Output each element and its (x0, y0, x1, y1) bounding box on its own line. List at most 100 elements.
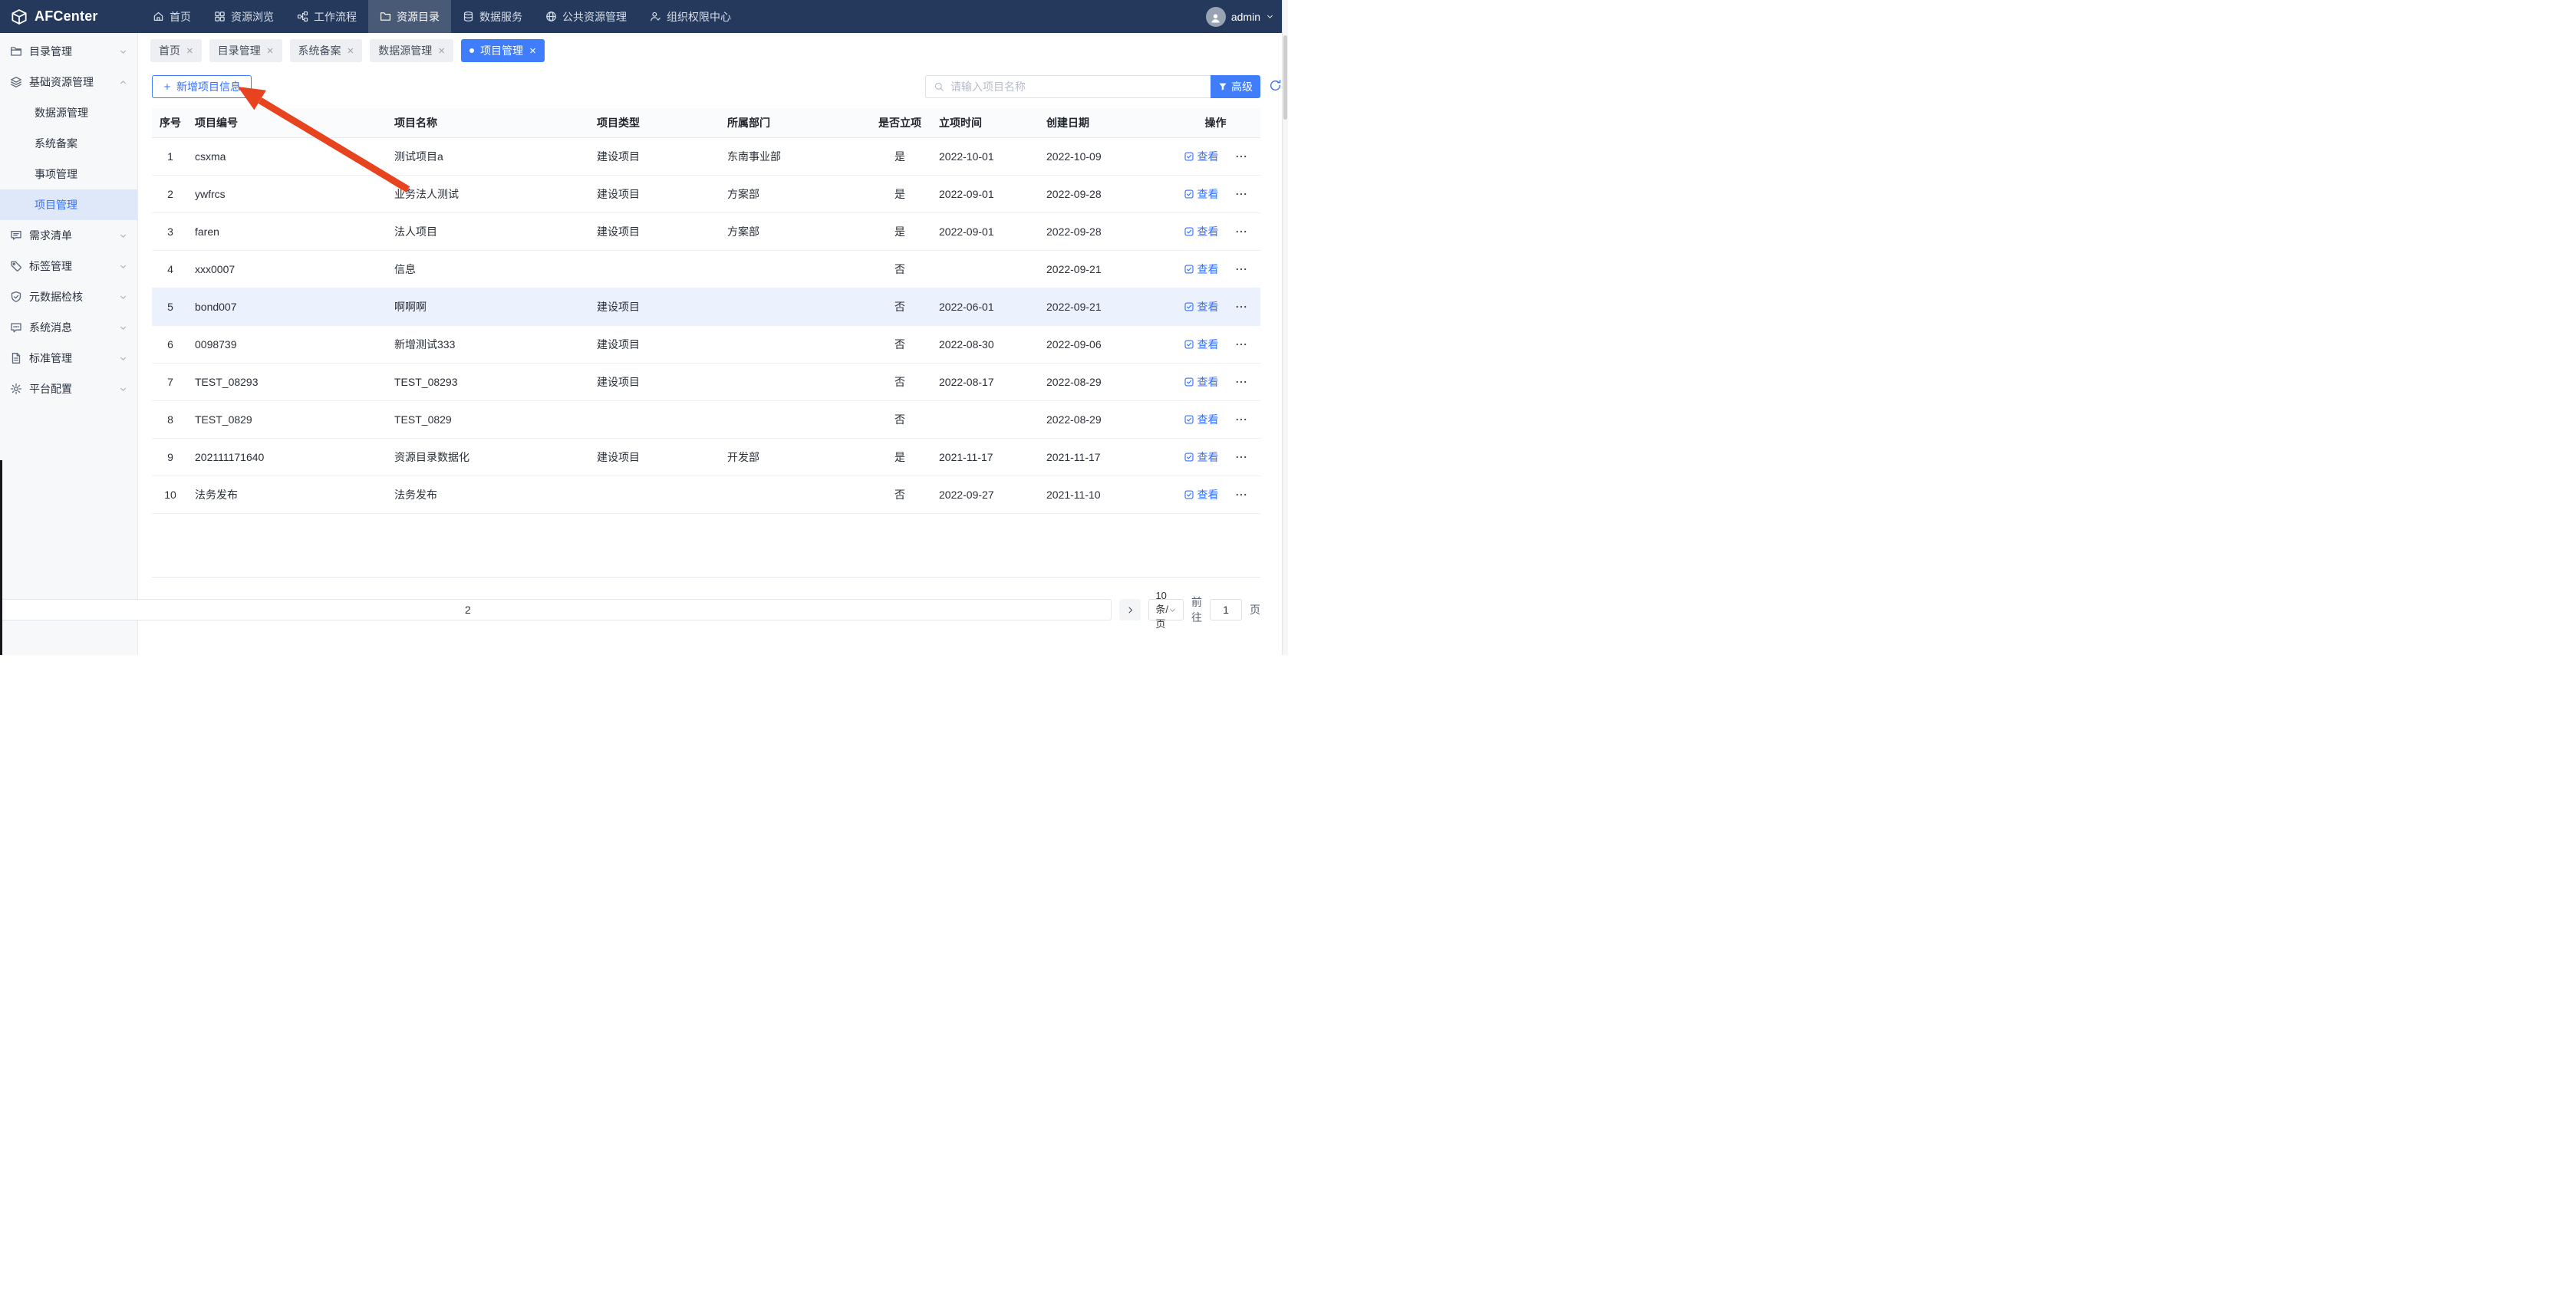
view-badge-icon (1184, 414, 1194, 425)
cell-name: 资源目录数据化 (388, 438, 591, 476)
nav-item-5[interactable]: 公共资源管理 (534, 0, 638, 33)
sidebar-subitem-1-2[interactable]: 事项管理 (0, 159, 137, 189)
cell-department: 东南事业部 (721, 137, 867, 175)
nav-item-label: 工作流程 (314, 9, 357, 25)
more-actions-icon[interactable] (1235, 413, 1247, 426)
table-row[interactable]: 6 0098739 新增测试333 建设项目 否 2022-08-30 2022… (152, 325, 1260, 363)
table-row[interactable]: 5 bond007 啊啊啊 建设项目 否 2022-06-01 2022-09-… (152, 288, 1260, 325)
sidebar-item-2[interactable]: 需求清单 (0, 220, 137, 251)
cell-type: 建设项目 (591, 137, 721, 175)
sidebar-item-6[interactable]: 标准管理 (0, 343, 137, 374)
cell-index: 9 (152, 438, 189, 476)
view-label: 查看 (1197, 224, 1219, 239)
nav-item-0[interactable]: 首页 (141, 0, 203, 33)
more-actions-icon[interactable] (1235, 489, 1247, 501)
view-badge-icon (1184, 189, 1194, 199)
cell-department (721, 363, 867, 400)
view-link[interactable]: 查看 (1184, 262, 1219, 277)
cell-create-date: 2022-09-21 (1040, 250, 1171, 288)
view-link[interactable]: 查看 (1184, 149, 1219, 164)
more-actions-icon[interactable] (1235, 451, 1247, 463)
tab-4[interactable]: 项目管理× (461, 39, 545, 62)
cell-department (721, 288, 867, 325)
cell-operations: 查看 (1171, 250, 1260, 288)
view-link[interactable]: 查看 (1184, 449, 1219, 465)
cell-approved: 否 (867, 363, 933, 400)
table-row[interactable]: 8 TEST_0829 TEST_0829 否 2022-08-29 查看 (152, 400, 1260, 438)
cell-department (721, 476, 867, 513)
view-label: 查看 (1197, 449, 1219, 465)
sidebar-item-1[interactable]: 基础资源管理 (0, 67, 137, 97)
advanced-filter-button[interactable]: 高级 (1211, 75, 1260, 98)
next-page-button[interactable] (1119, 599, 1141, 620)
more-actions-icon[interactable] (1235, 150, 1247, 163)
page-button-2[interactable]: 2 (0, 599, 1112, 620)
more-actions-icon[interactable] (1235, 301, 1247, 313)
nav-item-4[interactable]: 数据服务 (451, 0, 534, 33)
more-actions-icon[interactable] (1235, 376, 1247, 388)
tab-close-icon[interactable]: × (348, 45, 354, 57)
goto-page-input[interactable] (1210, 599, 1242, 620)
more-actions-icon[interactable] (1235, 338, 1247, 351)
view-badge-icon (1184, 301, 1194, 312)
nav-item-label: 数据服务 (479, 9, 522, 25)
tab-close-icon[interactable]: × (529, 45, 536, 57)
more-actions-icon[interactable] (1235, 263, 1247, 275)
view-link[interactable]: 查看 (1184, 487, 1219, 502)
view-link[interactable]: 查看 (1184, 224, 1219, 239)
avatar (1206, 7, 1226, 27)
table-row[interactable]: 7 TEST_08293 TEST_08293 建设项目 否 2022-08-1… (152, 363, 1260, 400)
scrollbar-thumb[interactable] (1283, 35, 1287, 120)
tab-1[interactable]: 目录管理× (209, 39, 282, 62)
tab-close-icon[interactable]: × (438, 45, 445, 57)
sidebar-item-3[interactable]: 标签管理 (0, 251, 137, 281)
sidebar-item-7[interactable]: 平台配置 (0, 374, 137, 404)
window-scrollbar[interactable] (1282, 0, 1288, 655)
nav-item-1[interactable]: 资源浏览 (203, 0, 285, 33)
table-row[interactable]: 2 ywfrcs 业务法人测试 建设项目 方案部 是 2022-09-01 20… (152, 175, 1260, 212)
content-area: 新增项目信息 高级 (138, 67, 1288, 655)
view-badge-icon (1184, 339, 1194, 350)
sidebar-item-0[interactable]: 目录管理 (0, 36, 137, 67)
col-name: 项目名称 (388, 108, 591, 137)
table-row[interactable]: 9 202111171640 资源目录数据化 建设项目 开发部 是 2021-1… (152, 438, 1260, 476)
sidebar-subitem-1-3[interactable]: 项目管理 (0, 189, 137, 220)
view-link[interactable]: 查看 (1184, 186, 1219, 202)
cell-type (591, 400, 721, 438)
cell-create-date: 2022-08-29 (1040, 363, 1171, 400)
view-link[interactable]: 查看 (1184, 412, 1219, 427)
page-size-select[interactable]: 10条/页 (1148, 599, 1184, 620)
main-layout: 目录管理基础资源管理数据源管理系统备案事项管理项目管理需求清单标签管理元数据检核… (0, 33, 1288, 655)
view-link[interactable]: 查看 (1184, 337, 1219, 352)
search-input[interactable] (950, 81, 1203, 93)
table-row[interactable]: 4 xxx0007 信息 否 2022-09-21 查看 (152, 250, 1260, 288)
table-row[interactable]: 1 csxma 测试项目a 建设项目 东南事业部 是 2022-10-01 20… (152, 137, 1260, 175)
table-row[interactable]: 3 faren 法人项目 建设项目 方案部 是 2022-09-01 2022-… (152, 212, 1260, 250)
sidebar-item-5[interactable]: 系统消息 (0, 312, 137, 343)
add-project-button[interactable]: 新增项目信息 (152, 75, 252, 98)
nav-item-2[interactable]: 工作流程 (285, 0, 368, 33)
sidebar-subitem-1-0[interactable]: 数据源管理 (0, 97, 137, 128)
more-actions-icon[interactable] (1235, 225, 1247, 238)
sidebar-item-4[interactable]: 元数据检核 (0, 281, 137, 312)
user-name: admin (1231, 11, 1260, 23)
app-window: AFCenter 首页资源浏览工作流程资源目录数据服务公共资源管理组织权限中心 … (0, 0, 1288, 655)
view-badge-icon (1184, 452, 1194, 462)
refresh-button[interactable] (1269, 79, 1282, 92)
view-link[interactable]: 查看 (1184, 374, 1219, 390)
cell-operations: 查看 (1171, 288, 1260, 325)
nav-item-label: 组织权限中心 (667, 9, 731, 25)
table-row[interactable]: 10 法务发布 法务发布 否 2022-09-27 2021-11-10 查看 (152, 476, 1260, 513)
nav-item-6[interactable]: 组织权限中心 (638, 0, 743, 33)
tab-close-icon[interactable]: × (186, 45, 193, 57)
nav-item-3[interactable]: 资源目录 (368, 0, 451, 33)
more-actions-icon[interactable] (1235, 188, 1247, 200)
tab-2[interactable]: 系统备案 × (290, 39, 363, 62)
tab-3[interactable]: 数据源管理× (370, 39, 453, 62)
user-menu[interactable]: admin (1198, 0, 1282, 33)
view-link[interactable]: 查看 (1184, 299, 1219, 314)
tab-label: 系统备案 (298, 43, 341, 58)
tab-close-icon[interactable]: × (267, 45, 274, 57)
tab-0[interactable]: 首页× (150, 39, 202, 62)
sidebar-subitem-1-1[interactable]: 系统备案 (0, 128, 137, 159)
